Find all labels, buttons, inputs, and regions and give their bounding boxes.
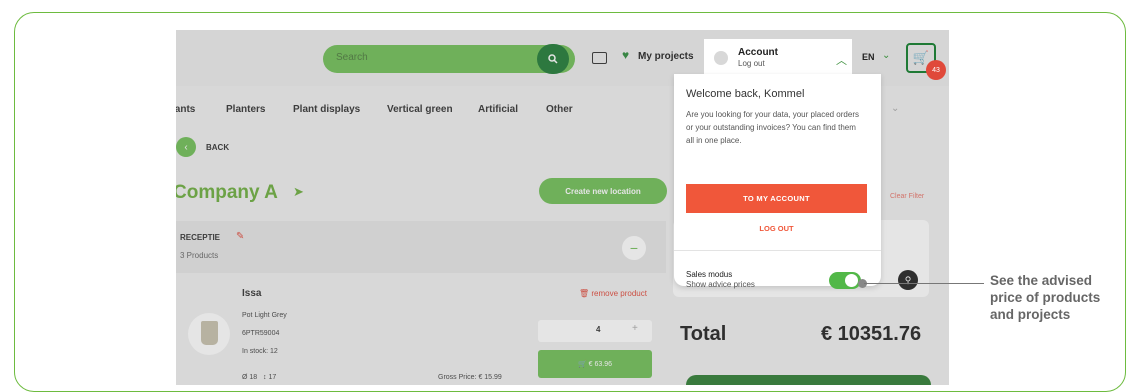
- my-projects-link[interactable]: My projects: [638, 51, 694, 62]
- create-location-button[interactable]: Create new location: [539, 178, 667, 204]
- welcome-text: Welcome back, Kommel: [686, 88, 805, 100]
- search-icon: [548, 54, 558, 64]
- mail-icon[interactable]: [592, 52, 607, 64]
- trash-icon: 🗑: [579, 289, 592, 298]
- product-sku: 6PTR59004: [242, 330, 280, 337]
- callout-line: [864, 283, 984, 284]
- search-placeholder: Search: [336, 52, 368, 63]
- add-to-cart-button[interactable]: 🛒 € 63.96: [538, 350, 652, 378]
- location-arrow-icon: ➤: [293, 184, 304, 199]
- quantity-value[interactable]: 4: [596, 325, 600, 334]
- location-name: RECEPTIE: [180, 233, 221, 242]
- avatar: [714, 51, 728, 65]
- account-menu-toggle[interactable]: Account Log out ︿: [704, 39, 852, 77]
- page-title: Company A: [176, 182, 278, 203]
- gross-price: Gross Price: € 15.99: [438, 374, 502, 381]
- location-count: 3 Products: [180, 251, 219, 260]
- callout-text: See the advised price of products and pr…: [990, 273, 1101, 322]
- chevron-left-icon: ‹: [184, 141, 188, 153]
- search-button[interactable]: [537, 44, 569, 74]
- product-name: Issa: [242, 288, 262, 299]
- search-icon[interactable]: ⚲: [898, 270, 918, 290]
- cart-count-badge: 43: [926, 60, 946, 80]
- toggle-knob[interactable]: [845, 274, 858, 287]
- nav-item-vertical-green[interactable]: Vertical green: [387, 104, 453, 115]
- product-stock: In stock: 12: [242, 348, 278, 355]
- checkout-button[interactable]: [686, 375, 931, 385]
- back-button[interactable]: ‹: [176, 137, 196, 157]
- chevron-down-icon[interactable]: ⌄: [882, 50, 890, 61]
- account-logout[interactable]: Log out: [738, 59, 765, 68]
- nav-item-artificial[interactable]: Artificial: [478, 104, 518, 115]
- account-description: Are you looking for your data, your plac…: [686, 110, 859, 145]
- pot-icon: [201, 321, 218, 345]
- remove-product-link[interactable]: 🗑 remove product: [579, 289, 647, 298]
- plus-icon[interactable]: +: [632, 323, 638, 334]
- nav-item-plants[interactable]: lants: [176, 104, 195, 115]
- total-value: € 10351.76: [821, 323, 922, 345]
- logout-button[interactable]: LOG OUT: [686, 220, 867, 236]
- location-header: [176, 221, 666, 273]
- cart-icon: 🛒: [577, 361, 589, 368]
- sales-mode-sublabel: Show advice prices: [686, 280, 755, 289]
- product-description: Pot Light Grey: [242, 312, 287, 319]
- nav-item-planters[interactable]: Planters: [226, 104, 265, 115]
- edit-icon[interactable]: ✎: [236, 231, 244, 242]
- account-title: Account: [738, 47, 778, 58]
- heart-icon[interactable]: ♥: [622, 48, 629, 62]
- language-select[interactable]: EN: [862, 52, 875, 62]
- nav-item-plant-displays[interactable]: Plant displays: [293, 104, 360, 115]
- to-my-account-button[interactable]: TO MY ACCOUNT: [686, 184, 867, 213]
- sales-mode-label: Sales modus: [686, 270, 733, 279]
- chevron-down-icon[interactable]: ⌄: [891, 103, 899, 114]
- back-label[interactable]: BACK: [206, 143, 229, 152]
- total-label: Total: [680, 323, 727, 345]
- account-dropdown: Welcome back, Kommel Are you looking for…: [674, 74, 881, 289]
- nav-item-other[interactable]: Other: [546, 104, 573, 115]
- collapse-button[interactable]: −: [622, 236, 646, 260]
- divider: [674, 250, 881, 251]
- chevron-up-icon: ︿: [836, 55, 847, 67]
- clear-filter-link[interactable]: Clear Filter: [890, 193, 924, 200]
- product-dimensions: Ø 18 ↕ 17: [242, 374, 277, 381]
